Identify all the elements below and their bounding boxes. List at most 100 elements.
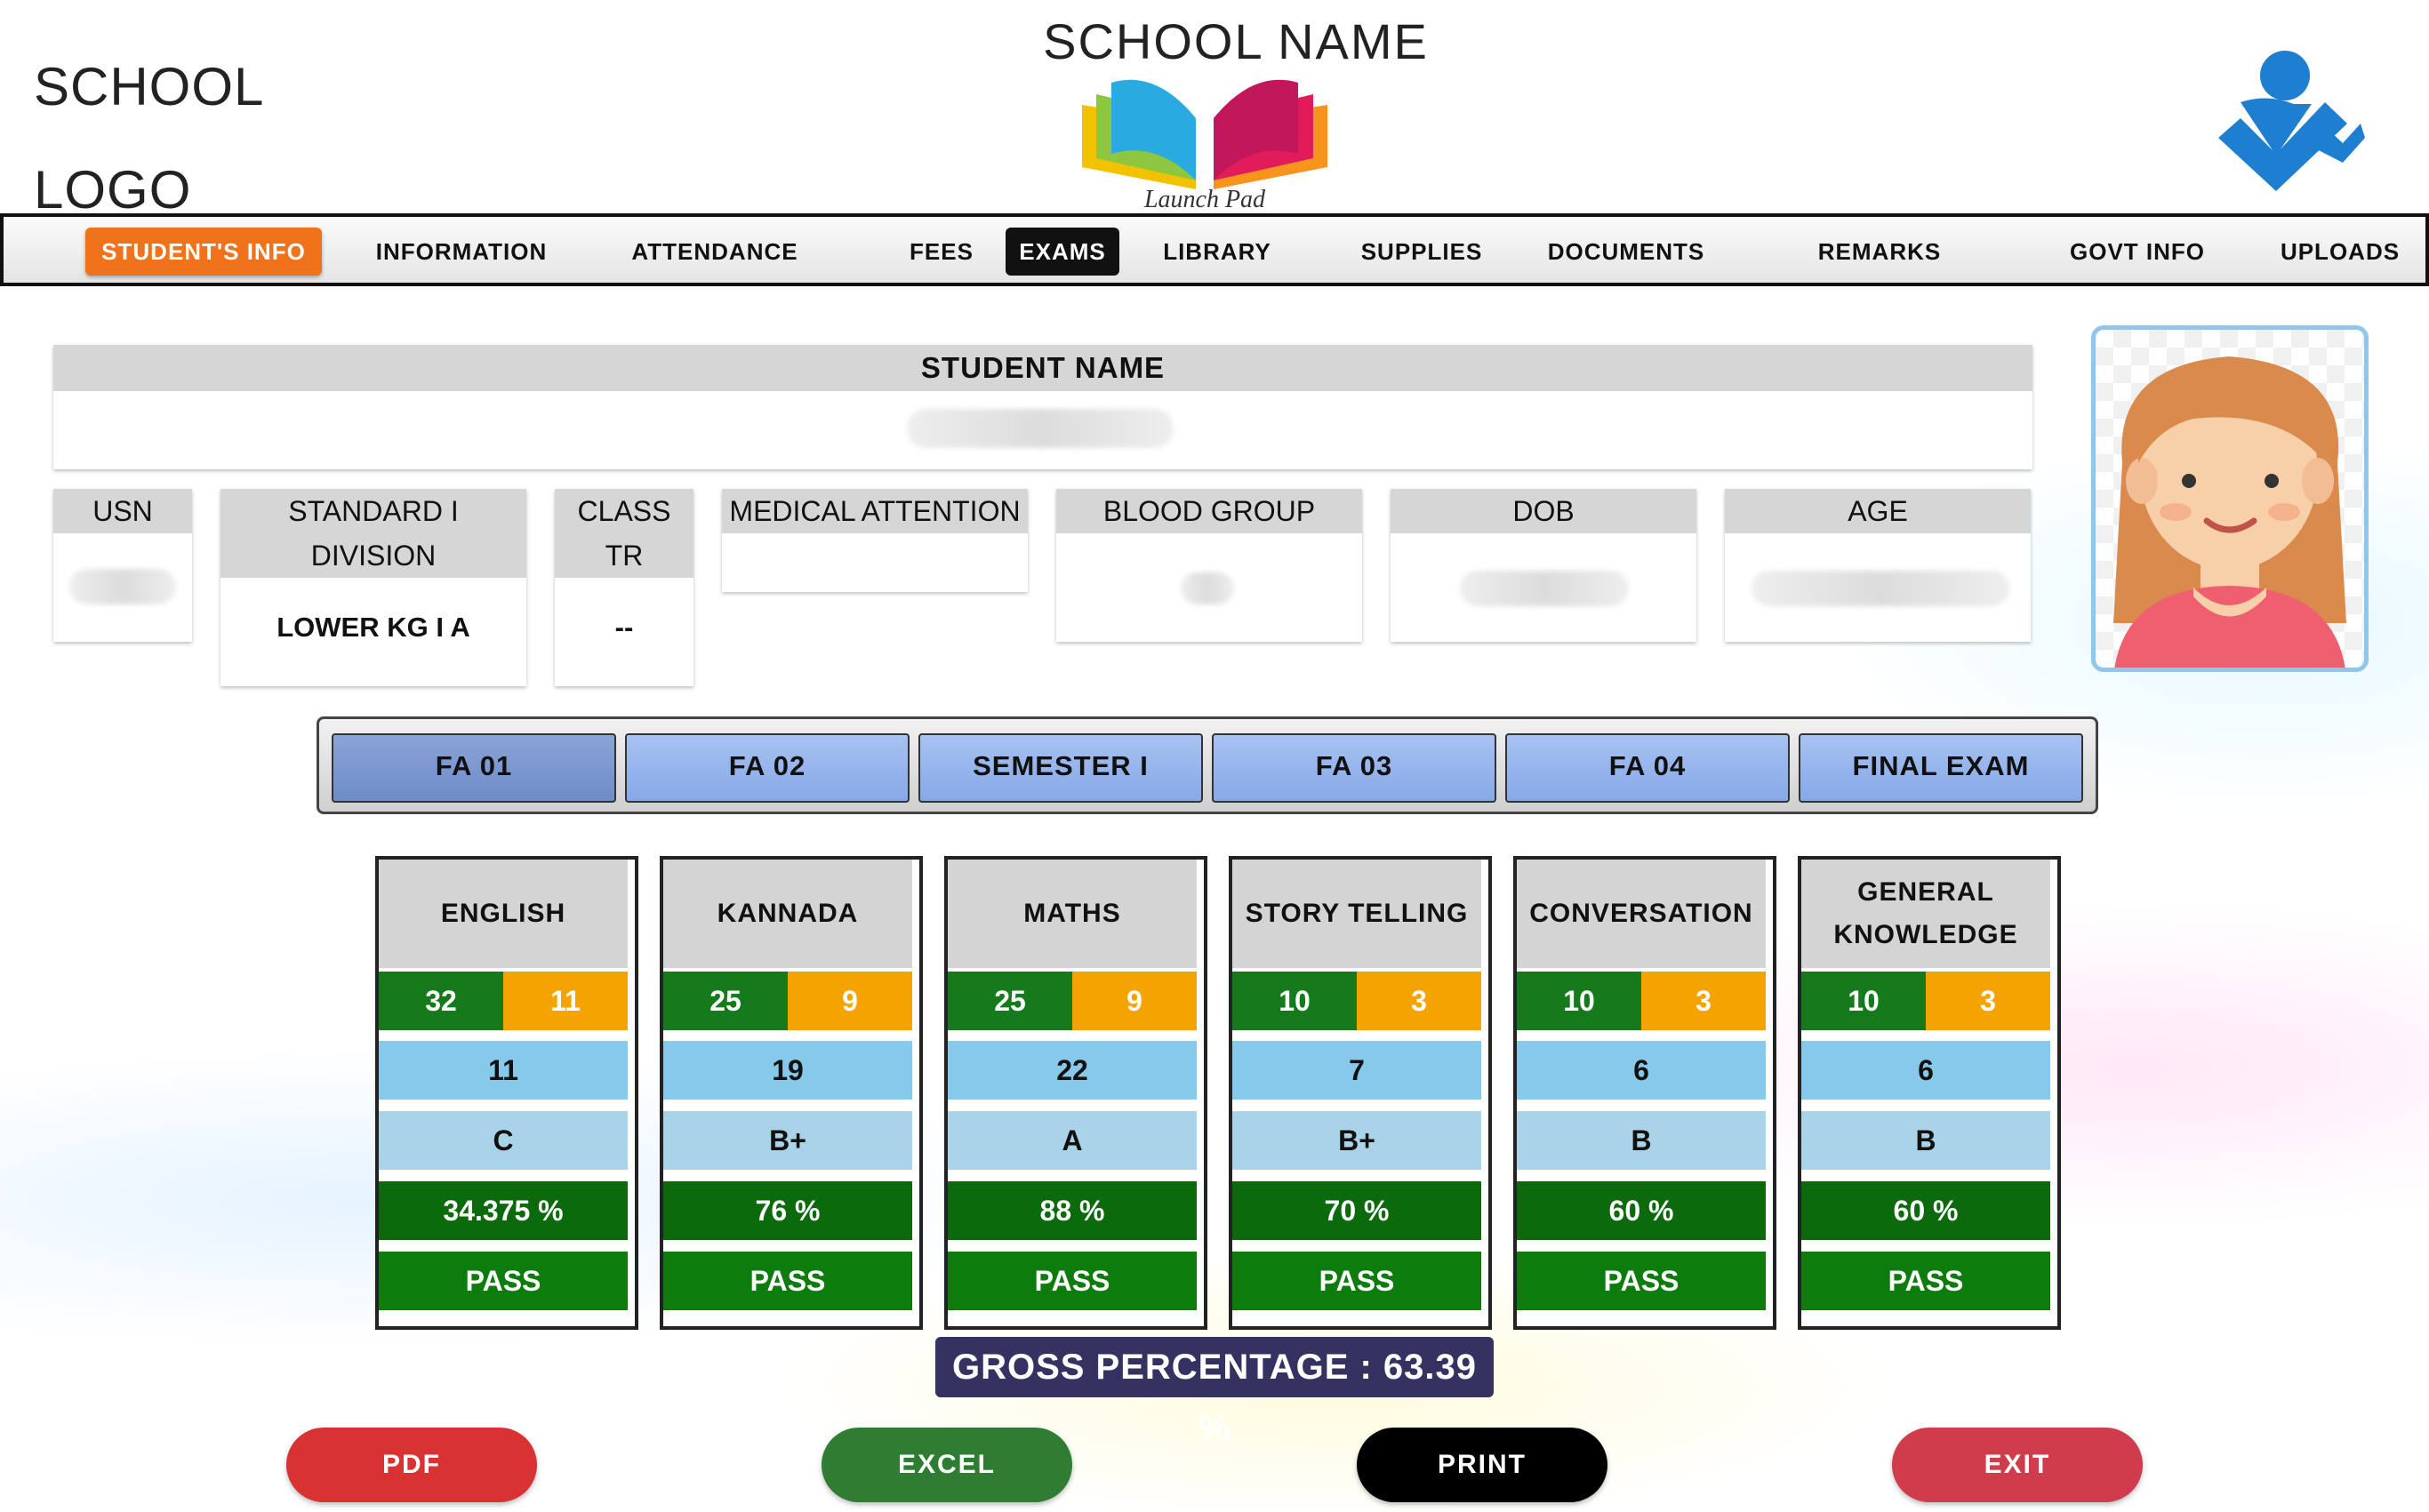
standard-value: LOWER KG I A <box>277 612 470 643</box>
min-marks: 3 <box>1357 972 1481 1030</box>
subject-title: STORY TELLING <box>1232 860 1481 968</box>
grade: B <box>1517 1111 1766 1170</box>
book-logo-icon: Launch Pad <box>1082 79 1327 212</box>
tab-fa-02[interactable]: FA 02 <box>625 733 910 803</box>
subject-title-line1: GENERAL <box>1857 877 1994 907</box>
standard-label-line2: DIVISION <box>310 540 437 572</box>
percentage: 60 % <box>1801 1181 2050 1240</box>
nav-fees[interactable]: FEES <box>893 228 990 276</box>
class-tr-label-line2: TR <box>605 540 644 572</box>
percentage: 34.375 % <box>379 1181 628 1240</box>
blood-group-card: BLOOD GROUP <box>1056 489 1362 642</box>
standard-card: STANDARD I DIVISION LOWER KG I A <box>220 489 526 686</box>
school-name: SCHOOL NAME <box>1043 13 1429 69</box>
nav-documents[interactable]: DOCUMENTS <box>1537 228 1715 276</box>
print-button[interactable]: PRINT <box>1357 1428 1607 1502</box>
class-tr-label: CLASS TR <box>555 489 693 578</box>
tab-fa-01[interactable]: FA 01 <box>332 733 616 803</box>
class-tr-card: CLASS TR -- <box>555 489 693 686</box>
grade: B <box>1801 1111 2050 1170</box>
standard-label: STANDARD I DIVISION <box>220 489 526 578</box>
result: PASS <box>1517 1252 1766 1310</box>
nav-library[interactable]: LIBRARY <box>1150 228 1284 276</box>
pdf-button[interactable]: PDF <box>286 1428 537 1502</box>
percentage: 88 % <box>948 1181 1197 1240</box>
gross-percentage: GROSS PERCENTAGE : 63.39 % <box>935 1337 1494 1447</box>
marks-range-row: 10 3 <box>1517 972 1766 1030</box>
dob-card: DOB <box>1391 489 1696 642</box>
max-marks: 10 <box>1801 972 1926 1030</box>
medical-label: MEDICAL ATTENTION <box>722 489 1028 533</box>
blood-group-value-redacted <box>1181 572 1234 604</box>
excel-button[interactable]: EXCEL <box>822 1428 1072 1502</box>
subject-title-line1: STORY TELLING <box>1245 899 1469 928</box>
result: PASS <box>663 1252 912 1310</box>
blood-group-label: BLOOD GROUP <box>1056 489 1362 533</box>
exit-button[interactable]: EXIT <box>1892 1428 2143 1502</box>
subject-title: ENGLISH <box>379 860 628 968</box>
marks-obtained: 6 <box>1801 1041 2050 1100</box>
tab-fa-03[interactable]: FA 03 <box>1212 733 1496 803</box>
min-marks: 3 <box>1926 972 2050 1030</box>
max-marks: 10 <box>1517 972 1641 1030</box>
subject-title-line1: KANNADA <box>717 899 859 928</box>
student-name-card: STUDENT NAME <box>53 345 2032 469</box>
max-marks: 10 <box>1232 972 1357 1030</box>
marks-obtained: 11 <box>379 1041 628 1100</box>
nav-uploads[interactable]: UPLOADS <box>2269 228 2411 276</box>
tab-semester-1[interactable]: SEMESTER I <box>918 733 1203 803</box>
min-marks: 9 <box>788 972 912 1030</box>
grade: B+ <box>663 1111 912 1170</box>
subject-card-general-knowledge: GENERAL KNOWLEDGE 10 3 6 B 60 % PASS <box>1798 856 2061 1330</box>
subject-title-line1: ENGLISH <box>440 899 566 928</box>
min-marks: 9 <box>1072 972 1197 1030</box>
nav-exams[interactable]: EXAMS <box>1006 228 1119 276</box>
dob-value-redacted <box>1460 571 1629 606</box>
min-marks: 3 <box>1641 972 1766 1030</box>
marks-range-row: 32 11 <box>379 972 628 1030</box>
percentage: 76 % <box>663 1181 912 1240</box>
person-check-icon <box>2218 51 2365 191</box>
max-marks: 32 <box>379 972 503 1030</box>
class-tr-value: -- <box>614 612 634 643</box>
tab-final-exam[interactable]: FINAL EXAM <box>1799 733 2083 803</box>
subject-title: KANNADA <box>663 860 912 968</box>
nav-students-info[interactable]: STUDENT'S INFO <box>85 228 322 276</box>
age-card: AGE <box>1725 489 2031 642</box>
nav-information[interactable]: INFORMATION <box>359 228 564 276</box>
age-label: AGE <box>1725 489 2031 533</box>
subject-card-maths: MATHS 25 9 22 A 88 % PASS <box>944 856 1207 1330</box>
subject-title: CONVERSATION <box>1517 860 1766 968</box>
tab-fa-04[interactable]: FA 04 <box>1505 733 1790 803</box>
student-name-value-redacted <box>907 409 1174 448</box>
min-marks: 11 <box>503 972 628 1030</box>
percentage: 60 % <box>1517 1181 1766 1240</box>
main-nav: STUDENT'S INFO INFORMATION ATTENDANCE FE… <box>0 213 2429 286</box>
medical-card: MEDICAL ATTENTION <box>722 489 1028 592</box>
marks-range-row: 25 9 <box>948 972 1197 1030</box>
marks-range-row: 10 3 <box>1232 972 1481 1030</box>
student-name-label: STUDENT NAME <box>53 345 2032 391</box>
marks-range-row: 10 3 <box>1801 972 2050 1030</box>
result: PASS <box>1801 1252 2050 1310</box>
subject-title: MATHS <box>948 860 1197 968</box>
marks-obtained: 22 <box>948 1041 1197 1100</box>
nav-supplies[interactable]: SUPPLIES <box>1346 228 1497 276</box>
subject-card-story-telling: STORY TELLING 10 3 7 B+ 70 % PASS <box>1229 856 1492 1330</box>
student-avatar-icon <box>2113 356 2346 668</box>
max-marks: 25 <box>948 972 1072 1030</box>
nav-remarks[interactable]: REMARKS <box>1808 228 1951 276</box>
usn-card: USN <box>53 489 192 642</box>
usn-label: USN <box>53 489 192 533</box>
nav-govt-info[interactable]: GOVT INFO <box>2057 228 2217 276</box>
marks-obtained: 7 <box>1232 1041 1481 1100</box>
grade: A <box>948 1111 1197 1170</box>
nav-attendance[interactable]: ATTENDANCE <box>617 228 813 276</box>
student-photo[interactable] <box>2091 325 2369 672</box>
percentage: 70 % <box>1232 1181 1481 1240</box>
result: PASS <box>1232 1252 1481 1310</box>
marks-range-row: 25 9 <box>663 972 912 1030</box>
school-logo-line1: SCHOOL <box>34 57 265 116</box>
max-marks: 25 <box>663 972 788 1030</box>
logo-caption: Launch Pad <box>1143 186 1266 212</box>
